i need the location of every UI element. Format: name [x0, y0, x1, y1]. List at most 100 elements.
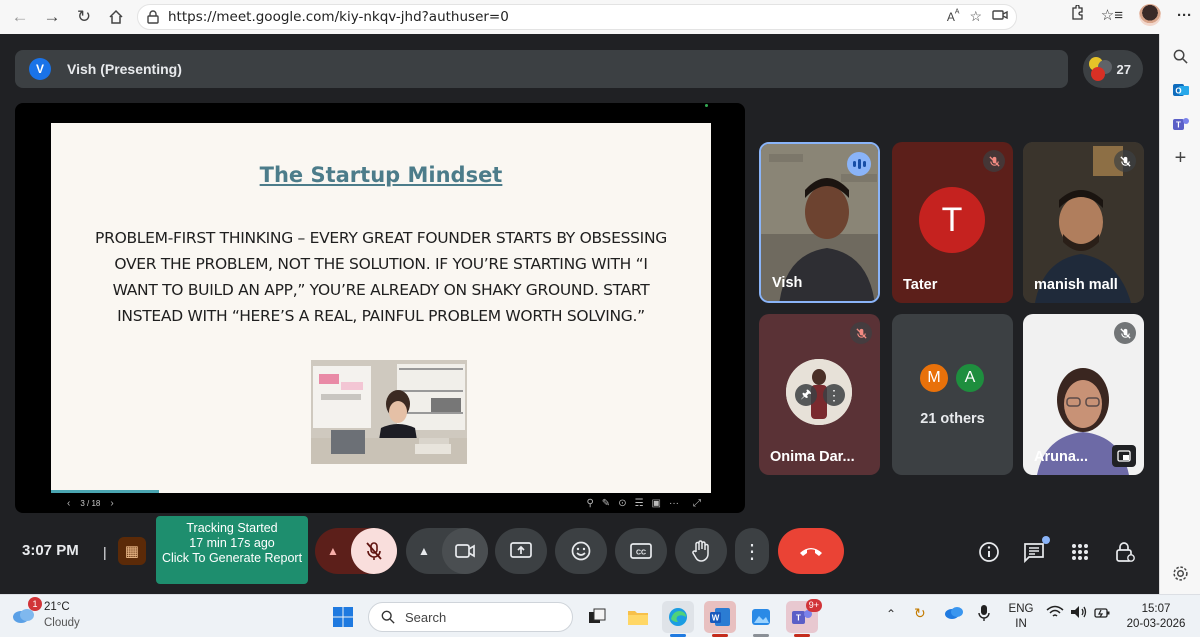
activities-icon[interactable] — [1067, 539, 1093, 565]
captions-button[interactable]: CC — [615, 528, 667, 574]
more-options-button[interactable]: ⋮ — [735, 528, 769, 574]
battery-icon[interactable] — [1094, 606, 1110, 624]
leave-call-button[interactable] — [778, 528, 844, 574]
exit-fullscreen-icon[interactable]: ⤢ — [693, 498, 701, 509]
present-screen-button[interactable] — [495, 528, 547, 574]
others-tile[interactable]: M A 21 others — [892, 314, 1013, 475]
presenting-label: Vish (Presenting) — [67, 61, 182, 77]
back-icon[interactable]: ← — [4, 1, 36, 33]
outlook-icon[interactable]: O — [1160, 73, 1200, 107]
address-bar[interactable]: https://meet.google.com/kiy-nkqv-jhd?aut… — [137, 4, 1017, 30]
mic-toggle-button[interactable] — [351, 528, 397, 574]
participant-name: Aruna... — [1034, 449, 1088, 465]
reactions-button[interactable] — [555, 528, 607, 574]
word-icon[interactable]: W — [704, 601, 736, 637]
host-controls-icon[interactable] — [1112, 539, 1138, 565]
search-icon[interactable] — [1160, 39, 1200, 73]
more-menu-icon[interactable]: ··· — [1177, 7, 1192, 24]
start-button[interactable] — [327, 601, 359, 633]
people-button[interactable]: 27 — [1083, 50, 1143, 88]
svg-text:T: T — [1176, 121, 1181, 130]
site-info-icon[interactable] — [146, 10, 160, 24]
home-icon[interactable] — [100, 1, 132, 33]
teams-icon[interactable]: T — [1160, 107, 1200, 141]
audio-icon[interactable]: ☴ — [635, 498, 644, 509]
generate-report-label: Click To Generate Report — [161, 551, 303, 565]
file-explorer-icon[interactable] — [622, 601, 654, 633]
zoom-icon[interactable]: ⚲ — [586, 498, 593, 509]
microphone-icon[interactable] — [978, 604, 990, 627]
participant-tile-onima[interactable]: 🖈 ⋮ Onima Dar... — [759, 314, 880, 475]
sync-icon[interactable]: ↻ — [914, 605, 926, 622]
wifi-icon[interactable] — [1046, 605, 1064, 624]
mic-control-group: ▲ — [315, 528, 397, 574]
show-hidden-icons[interactable]: ⌃ — [886, 607, 896, 621]
task-view-icon[interactable] — [581, 601, 613, 633]
participant-name: Vish — [772, 275, 803, 291]
edge-sidebar: O T + — [1159, 34, 1200, 594]
extensions-icon[interactable] — [1069, 4, 1085, 25]
weather-widget[interactable]: 1 21°C Cloudy — [12, 597, 80, 631]
slide-more-icon[interactable]: ··· — [669, 498, 679, 509]
photos-icon[interactable] — [745, 601, 777, 637]
picture-in-picture-icon[interactable] — [1112, 445, 1136, 467]
tracker-extension-icon[interactable]: ▦ — [118, 537, 146, 565]
avatar-m: M — [918, 362, 950, 394]
camera-toggle-button[interactable] — [442, 528, 488, 574]
pen-icon[interactable]: ✎ — [602, 498, 610, 509]
mic-off-icon — [850, 322, 872, 344]
teams-taskbar-icon[interactable]: T 9+ — [786, 599, 822, 637]
mic-off-icon — [1114, 150, 1136, 172]
clock-time: 15:07 — [1141, 603, 1171, 615]
meeting-clock: 3:07 PM — [22, 542, 79, 559]
add-sidebar-icon[interactable]: + — [1160, 141, 1200, 175]
status-dot — [705, 104, 708, 107]
mic-off-icon — [983, 150, 1005, 172]
captions-icon[interactable]: ⊙ — [618, 498, 626, 509]
forward-icon[interactable]: → — [36, 1, 68, 33]
slide-photo — [311, 360, 467, 464]
svg-text:CC: CC — [636, 550, 646, 557]
favorites-icon[interactable]: ☆≡ — [1101, 6, 1123, 24]
onedrive-icon[interactable] — [944, 605, 964, 624]
mic-off-icon — [1114, 322, 1136, 344]
tile-more-icon[interactable]: ⋮ — [823, 384, 845, 406]
participant-name: Tater — [903, 277, 938, 293]
presentation-view[interactable]: The Startup Mindset Problem-first thinki… — [15, 103, 745, 513]
raise-hand-button[interactable] — [675, 528, 727, 574]
chat-icon[interactable] — [1021, 536, 1050, 565]
participant-tile-tater[interactable]: T Tater — [892, 142, 1013, 303]
browser-toolbar: ← → ↻ https://meet.google.com/kiy-nkqv-j… — [0, 0, 1200, 34]
edge-browser-icon[interactable] — [662, 601, 694, 637]
participant-name: Onima Dar... — [770, 449, 855, 465]
system-clock[interactable]: 15:07 20-03-2026 — [1120, 602, 1192, 632]
participant-avatar: T — [919, 187, 985, 253]
previous-slide-icon[interactable]: ‹ — [67, 498, 70, 509]
next-slide-icon[interactable]: › — [110, 498, 113, 509]
settings-gear-icon[interactable] — [1160, 556, 1200, 590]
svg-text:O: O — [1175, 87, 1181, 96]
participant-tile-vish[interactable]: Vish — [759, 142, 880, 303]
language-indicator[interactable]: ENG IN — [1005, 602, 1037, 632]
favorite-star-icon[interactable]: ☆ — [969, 8, 982, 25]
meeting-info-icon[interactable] — [976, 539, 1002, 565]
tracking-report-button[interactable]: Tracking Started 17 min 17s ago Click To… — [156, 516, 308, 584]
reload-icon[interactable]: ↻ — [68, 1, 100, 33]
camera-permission-icon[interactable] — [992, 8, 1008, 25]
mic-options-chevron-icon[interactable]: ▲ — [315, 528, 351, 574]
screen-icon[interactable]: ▣ — [652, 498, 661, 509]
search-icon — [381, 610, 395, 624]
taskbar-search[interactable]: Search — [368, 602, 573, 632]
camera-options-chevron-icon[interactable]: ▲ — [406, 528, 442, 574]
profile-avatar[interactable] — [1139, 4, 1161, 26]
teams-badge: 9+ — [805, 599, 822, 612]
participant-tile-aruna[interactable]: Aruna... — [1023, 314, 1144, 475]
meet-area: V Vish (Presenting) 27 The Startup Minds… — [0, 34, 1159, 594]
volume-icon[interactable] — [1070, 605, 1088, 624]
pin-icon[interactable]: 🖈 — [795, 384, 817, 406]
participant-tile-manish[interactable]: manish mall — [1023, 142, 1144, 303]
tracking-status: Tracking Started — [186, 521, 278, 535]
chat-notification-dot — [1042, 536, 1050, 544]
speaking-indicator — [847, 152, 871, 176]
read-aloud-icon[interactable]: Aᴬ — [947, 8, 960, 25]
